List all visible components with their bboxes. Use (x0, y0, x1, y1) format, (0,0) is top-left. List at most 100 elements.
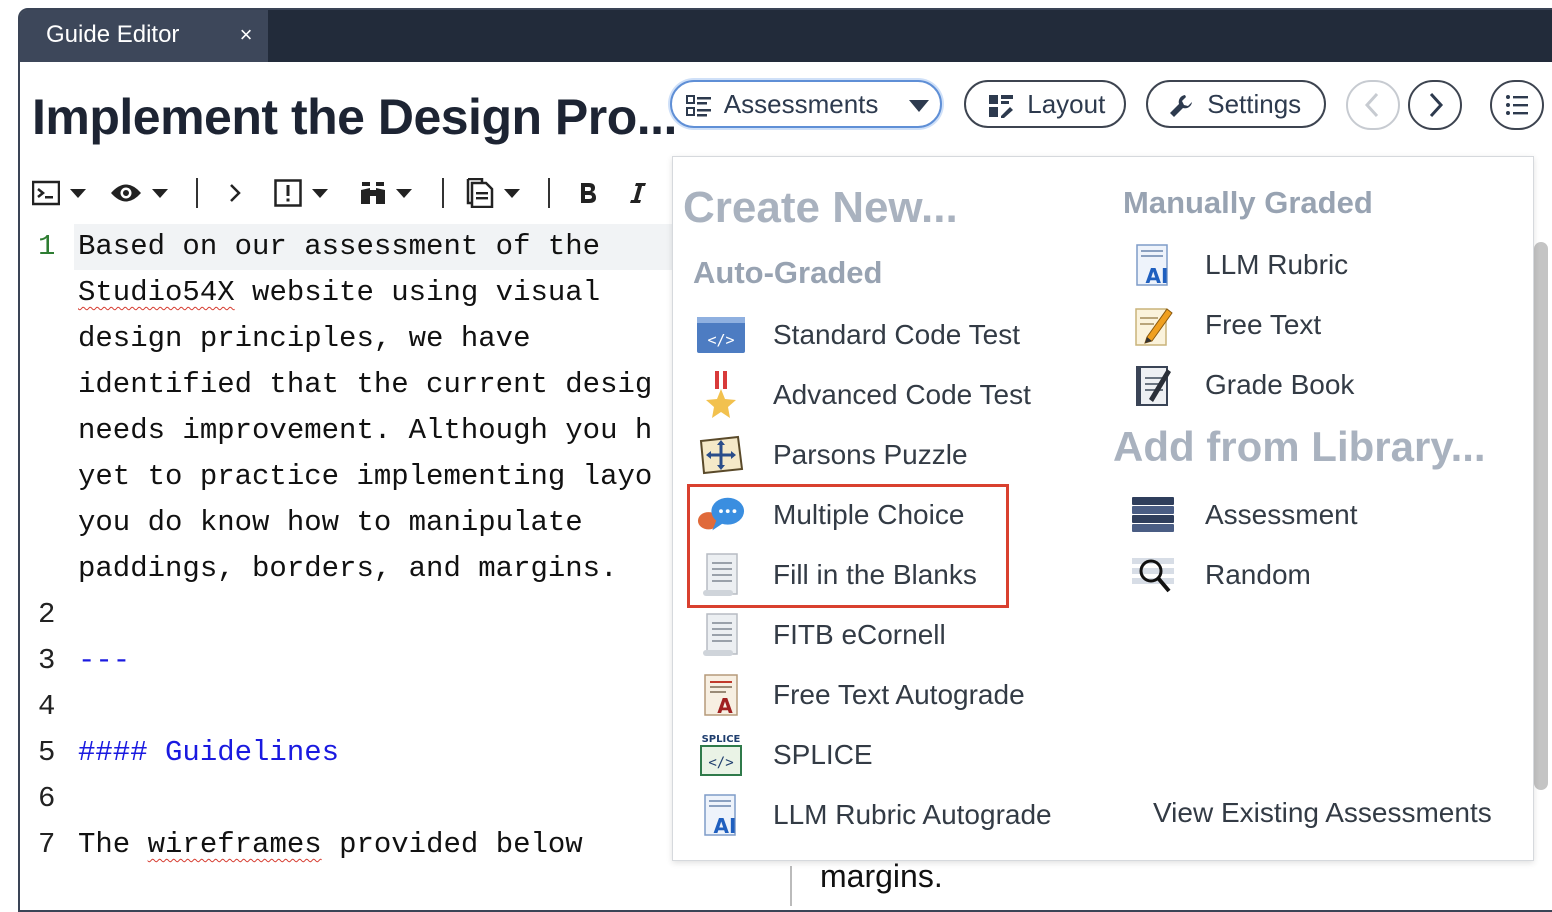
create-new-heading: Create New... (683, 183, 958, 232)
assessments-dropdown-menu: Create New... Auto-Graded Manually Grade… (672, 156, 1534, 861)
svg-text:A: A (717, 694, 733, 717)
chevron-button[interactable] (228, 178, 242, 208)
menu-item-llm-rubric-autograde[interactable]: AI LLM Rubric Autograde (697, 791, 1052, 839)
alert-dropdown[interactable] (274, 178, 328, 208)
code-line: identified that the current desig (78, 368, 653, 401)
menu-item-llm-rubric[interactable]: AI LLM Rubric (1129, 241, 1348, 289)
terminal-icon (32, 180, 60, 206)
document-icon (466, 178, 494, 208)
caret-down-icon (152, 188, 168, 198)
code-text: website using visual (252, 276, 601, 309)
menu-item-label: Standard Code Test (773, 319, 1020, 350)
guide-editor-window: Guide Editor × Implement the Design Pro.… (18, 8, 1552, 912)
menu-item-advanced-code-test[interactable]: Advanced Code Test (697, 371, 1031, 419)
code-icon: </> (697, 311, 745, 359)
italic-icon (630, 183, 646, 203)
menu-item-free-text[interactable]: Free Text (1129, 301, 1321, 349)
menu-item-splice[interactable]: SPLICE </> SPLICE (697, 731, 873, 779)
italic-button[interactable] (628, 178, 648, 208)
bold-icon (581, 183, 596, 203)
line-number: 5 (38, 736, 56, 769)
next-button[interactable] (1408, 80, 1462, 130)
add-from-library-heading: Add from Library... (1113, 423, 1486, 470)
page-title: Implement the Design Pro... (32, 89, 677, 145)
stack-icon (1129, 491, 1177, 539)
code-editor[interactable]: 1 Based on our assessment of the Studio5… (20, 224, 674, 910)
view-existing-assessments-link[interactable]: View Existing Assessments (1153, 797, 1492, 829)
code-line: #### Guidelines (78, 736, 340, 769)
bold-button[interactable] (578, 178, 598, 208)
menu-item-assessment[interactable]: Assessment (1129, 491, 1358, 539)
toolbar-divider (196, 178, 198, 208)
caret-down-icon (504, 188, 520, 198)
caret-down-icon (396, 188, 412, 198)
assessments-button[interactable]: Assessments (670, 80, 942, 128)
tab-guide-editor[interactable]: Guide Editor × (20, 10, 268, 62)
line-number: 1 (38, 230, 56, 263)
menu-item-fitb-ecornell[interactable]: FITB eCornell (697, 611, 946, 659)
chevron-right-icon (230, 184, 241, 202)
highlight-box (687, 484, 1009, 608)
previous-button[interactable] (1346, 80, 1400, 130)
menu-item-grade-book[interactable]: Grade Book (1129, 361, 1354, 409)
outline-button[interactable] (1490, 80, 1544, 130)
magnifier-list-icon (1129, 551, 1177, 599)
tab-title: Guide Editor (46, 21, 180, 48)
chevron-left-icon (1364, 92, 1379, 118)
splice-icon: SPLICE </> (697, 731, 745, 779)
menu-item-label: SPLICE (773, 739, 873, 770)
menu-item-random[interactable]: Random (1129, 551, 1311, 599)
auto-graded-heading: Auto-Graded (693, 255, 883, 290)
pencil-note-icon (1129, 301, 1177, 349)
menu-item-label: Assessment (1205, 499, 1358, 530)
svg-text:SPLICE: SPLICE (702, 734, 741, 745)
menu-item-label: Grade Book (1205, 369, 1355, 400)
alert-box-icon (274, 179, 302, 207)
menu-item-label: Free Text Autograde (773, 679, 1025, 710)
code-line: yet to practice implementing layo (78, 460, 653, 493)
gradebook-icon (1129, 361, 1177, 409)
tab-strip: Guide Editor × (20, 10, 1552, 62)
menu-item-label: Free Text (1205, 309, 1322, 340)
manually-graded-heading: Manually Graded (1123, 185, 1373, 220)
menu-item-label: Parsons Puzzle (773, 439, 968, 470)
svg-text:AI: AI (1146, 264, 1169, 287)
caret-down-icon (909, 100, 929, 112)
toolbar-divider (548, 178, 550, 208)
code-line: you do know how to manipulate (78, 506, 583, 539)
close-icon[interactable]: × (234, 10, 258, 62)
misspelled-word: wireframes (147, 828, 322, 861)
misspelled-word: Studio54X (78, 276, 235, 309)
menu-item-standard-code-test[interactable]: </> Standard Code Test (697, 311, 1020, 359)
ai-document-icon: AI (697, 791, 745, 839)
wrench-icon (1170, 95, 1192, 118)
settings-button[interactable]: Settings (1146, 80, 1326, 128)
scrollbar-thumb[interactable] (1534, 242, 1548, 790)
layout-label: Layout (1027, 89, 1106, 119)
menu-item-parsons-puzzle[interactable]: Parsons Puzzle (697, 431, 968, 479)
toolbar-divider (442, 178, 444, 208)
caret-down-icon (70, 188, 86, 198)
editor-toolbar (20, 170, 680, 216)
menu-item-label: LLM Rubric Autograde (773, 799, 1052, 830)
layout-icon (989, 95, 1013, 119)
find-dropdown[interactable] (360, 178, 412, 208)
preview-text: margins. (820, 858, 943, 894)
layout-button[interactable]: Layout (964, 80, 1126, 128)
preview-dropdown[interactable] (110, 178, 168, 208)
menu-item-label: FITB eCornell (773, 619, 946, 650)
menu-item-free-text-autograde[interactable]: A Free Text Autograde (697, 671, 1025, 719)
terminal-dropdown[interactable] (32, 178, 86, 208)
code-line: The wireframes provided below (78, 828, 583, 861)
code-line: needs improvement. Although you h (78, 414, 653, 447)
line-number: 3 (38, 644, 56, 677)
puzzle-map-icon (697, 431, 745, 479)
line-number: 4 (38, 690, 56, 723)
code-line: Studio54X website using visual (78, 276, 600, 309)
preview-divider (790, 866, 792, 906)
menu-item-label: LLM Rubric (1205, 249, 1349, 280)
line-number: 6 (38, 782, 56, 815)
code-line: design principles, we have (78, 322, 531, 355)
code-line: --- (78, 644, 131, 677)
document-dropdown[interactable] (466, 178, 520, 208)
